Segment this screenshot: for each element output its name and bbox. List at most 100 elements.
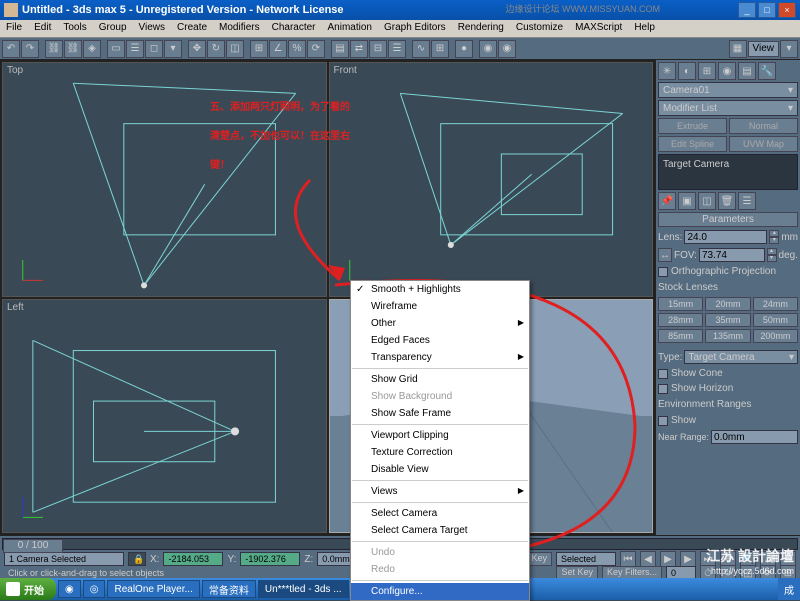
context-menu-item[interactable]: Show Grid (351, 371, 529, 388)
show-horizon-checkbox[interactable] (658, 384, 668, 394)
lens-24mm[interactable]: 24mm (753, 297, 798, 311)
menu-rendering[interactable]: Rendering (452, 20, 510, 37)
configure-sets-icon[interactable]: ☰ (738, 192, 756, 210)
context-menu-item[interactable]: Views▶ (351, 483, 529, 500)
angle-snap-icon[interactable]: ∠ (269, 40, 287, 58)
lens-135mm[interactable]: 135mm (705, 329, 750, 343)
menu-tools[interactable]: Tools (57, 20, 92, 37)
menu-group[interactable]: Group (93, 20, 133, 37)
layer-icon[interactable]: ☰ (388, 40, 406, 58)
select-rect-icon[interactable]: ◻ (145, 40, 163, 58)
lens-15mm[interactable]: 15mm (658, 297, 703, 311)
lens-200mm[interactable]: 200mm (753, 329, 798, 343)
lens-field[interactable]: 24.0 (684, 230, 767, 244)
menu-file[interactable]: File (0, 20, 28, 37)
spinner-down-icon[interactable]: ▾ (767, 255, 777, 262)
quick-launch-icon[interactable]: ◉ (58, 580, 81, 598)
curve-editor-icon[interactable]: ∿ (412, 40, 430, 58)
context-menu-item[interactable]: Select Camera Target (351, 522, 529, 539)
menu-create[interactable]: Create (171, 20, 213, 37)
named-sel-icon[interactable]: ▤ (331, 40, 349, 58)
render-scene-icon[interactable]: ◉ (479, 40, 497, 58)
system-tray[interactable]: 成 (778, 578, 800, 600)
lens-20mm[interactable]: 20mm (705, 297, 750, 311)
menu-character[interactable]: Character (266, 20, 322, 37)
viewport-top[interactable]: Top (2, 62, 327, 297)
utilities-tab-icon[interactable]: 🔧 (758, 62, 776, 80)
lens-85mm[interactable]: 85mm (658, 329, 703, 343)
select-name-icon[interactable]: ☰ (126, 40, 144, 58)
context-menu-item[interactable]: Show Safe Frame (351, 405, 529, 422)
taskbar-item[interactable]: RealOne Player... (107, 580, 199, 598)
parameters-rollout[interactable]: Parameters (658, 212, 798, 227)
quick-launch-icon[interactable]: ◎ (83, 580, 106, 598)
spinner-snap-icon[interactable]: ⟳ (307, 40, 325, 58)
material-icon[interactable]: ● (455, 40, 473, 58)
pin-stack-icon[interactable]: 📌 (658, 192, 676, 210)
make-unique-icon[interactable]: ◫ (698, 192, 716, 210)
lock-icon[interactable]: 🔒 (128, 552, 146, 566)
bind-icon[interactable]: ◈ (83, 40, 101, 58)
menu-modifiers[interactable]: Modifiers (213, 20, 266, 37)
maximize-button[interactable]: □ (758, 2, 776, 18)
align-icon[interactable]: ⊟ (369, 40, 387, 58)
edit-spline-button[interactable]: Edit Spline (658, 136, 727, 152)
context-menu-item[interactable]: Smooth + Highlights✓ (351, 281, 529, 298)
show-cone-checkbox[interactable] (658, 369, 668, 379)
context-menu-item[interactable]: Select Camera (351, 505, 529, 522)
fov-direction-icon[interactable]: ↔ (658, 248, 672, 262)
fov-field[interactable]: 73.74 (699, 248, 765, 262)
lens-50mm[interactable]: 50mm (753, 313, 798, 327)
motion-tab-icon[interactable]: ◉ (718, 62, 736, 80)
minimize-button[interactable]: _ (738, 2, 756, 18)
redo-icon[interactable]: ↷ (21, 40, 39, 58)
viewport-front[interactable]: Front (329, 62, 654, 297)
context-menu-item[interactable]: Edged Faces (351, 332, 529, 349)
menu-customize[interactable]: Customize (510, 20, 569, 37)
extrude-button[interactable]: Extrude (658, 118, 727, 134)
spinner-up-icon[interactable]: ▴ (767, 248, 777, 255)
lens-35mm[interactable]: 35mm (705, 313, 750, 327)
context-menu-item[interactable]: Disable View (351, 461, 529, 478)
menu-views[interactable]: Views (133, 20, 172, 37)
spinner-down-icon[interactable]: ▾ (769, 237, 779, 244)
taskbar-item[interactable]: 常备资料 (202, 580, 256, 598)
context-menu-item[interactable]: Texture Correction (351, 444, 529, 461)
show-env-checkbox[interactable] (658, 416, 668, 426)
percent-snap-icon[interactable]: % (288, 40, 306, 58)
normal-button[interactable]: Normal (729, 118, 798, 134)
scale-icon[interactable]: ◫ (226, 40, 244, 58)
menu-animation[interactable]: Animation (322, 20, 378, 37)
context-menu-item[interactable]: Configure... (351, 583, 529, 600)
modify-tab-icon[interactable]: ◐ (678, 62, 696, 80)
close-button[interactable]: × (778, 2, 796, 18)
key-mode-combo[interactable]: Selected (556, 552, 616, 566)
time-slider-thumb[interactable]: 0 / 100 (3, 539, 63, 553)
view-dropdown-icon[interactable]: ▾ (780, 40, 798, 58)
schematic-icon[interactable]: ⊞ (431, 40, 449, 58)
context-menu-item[interactable]: Transparency▶ (351, 349, 529, 366)
play-icon[interactable]: ▶ (660, 551, 676, 567)
viewport-left[interactable]: Left (2, 299, 327, 534)
ref-coord-icon[interactable]: ▦ (729, 40, 747, 58)
menu-help[interactable]: Help (628, 20, 661, 37)
prev-frame-icon[interactable]: ◀ (640, 551, 656, 567)
next-frame-icon[interactable]: ▶ (680, 551, 696, 567)
modifier-stack[interactable]: Target Camera (658, 154, 798, 190)
goto-start-icon[interactable]: ⏮ (620, 551, 636, 567)
rotate-icon[interactable]: ↻ (207, 40, 225, 58)
menu-graph-editors[interactable]: Graph Editors (378, 20, 452, 37)
create-tab-icon[interactable]: ✳ (658, 62, 676, 80)
context-menu-item[interactable]: Wireframe (351, 298, 529, 315)
show-end-icon[interactable]: ▣ (678, 192, 696, 210)
y-coord-field[interactable]: -1902.376 (240, 552, 300, 566)
hierarchy-tab-icon[interactable]: ⊞ (698, 62, 716, 80)
remove-mod-icon[interactable]: 🗑 (718, 192, 736, 210)
lens-28mm[interactable]: 28mm (658, 313, 703, 327)
link-icon[interactable]: ⛓ (45, 40, 63, 58)
display-tab-icon[interactable]: ▤ (738, 62, 756, 80)
menu-edit[interactable]: Edit (28, 20, 57, 37)
near-range-field[interactable]: 0.0mm (711, 430, 798, 444)
snap-icon[interactable]: ⊞ (250, 40, 268, 58)
context-menu-item[interactable]: Viewport Clipping (351, 427, 529, 444)
